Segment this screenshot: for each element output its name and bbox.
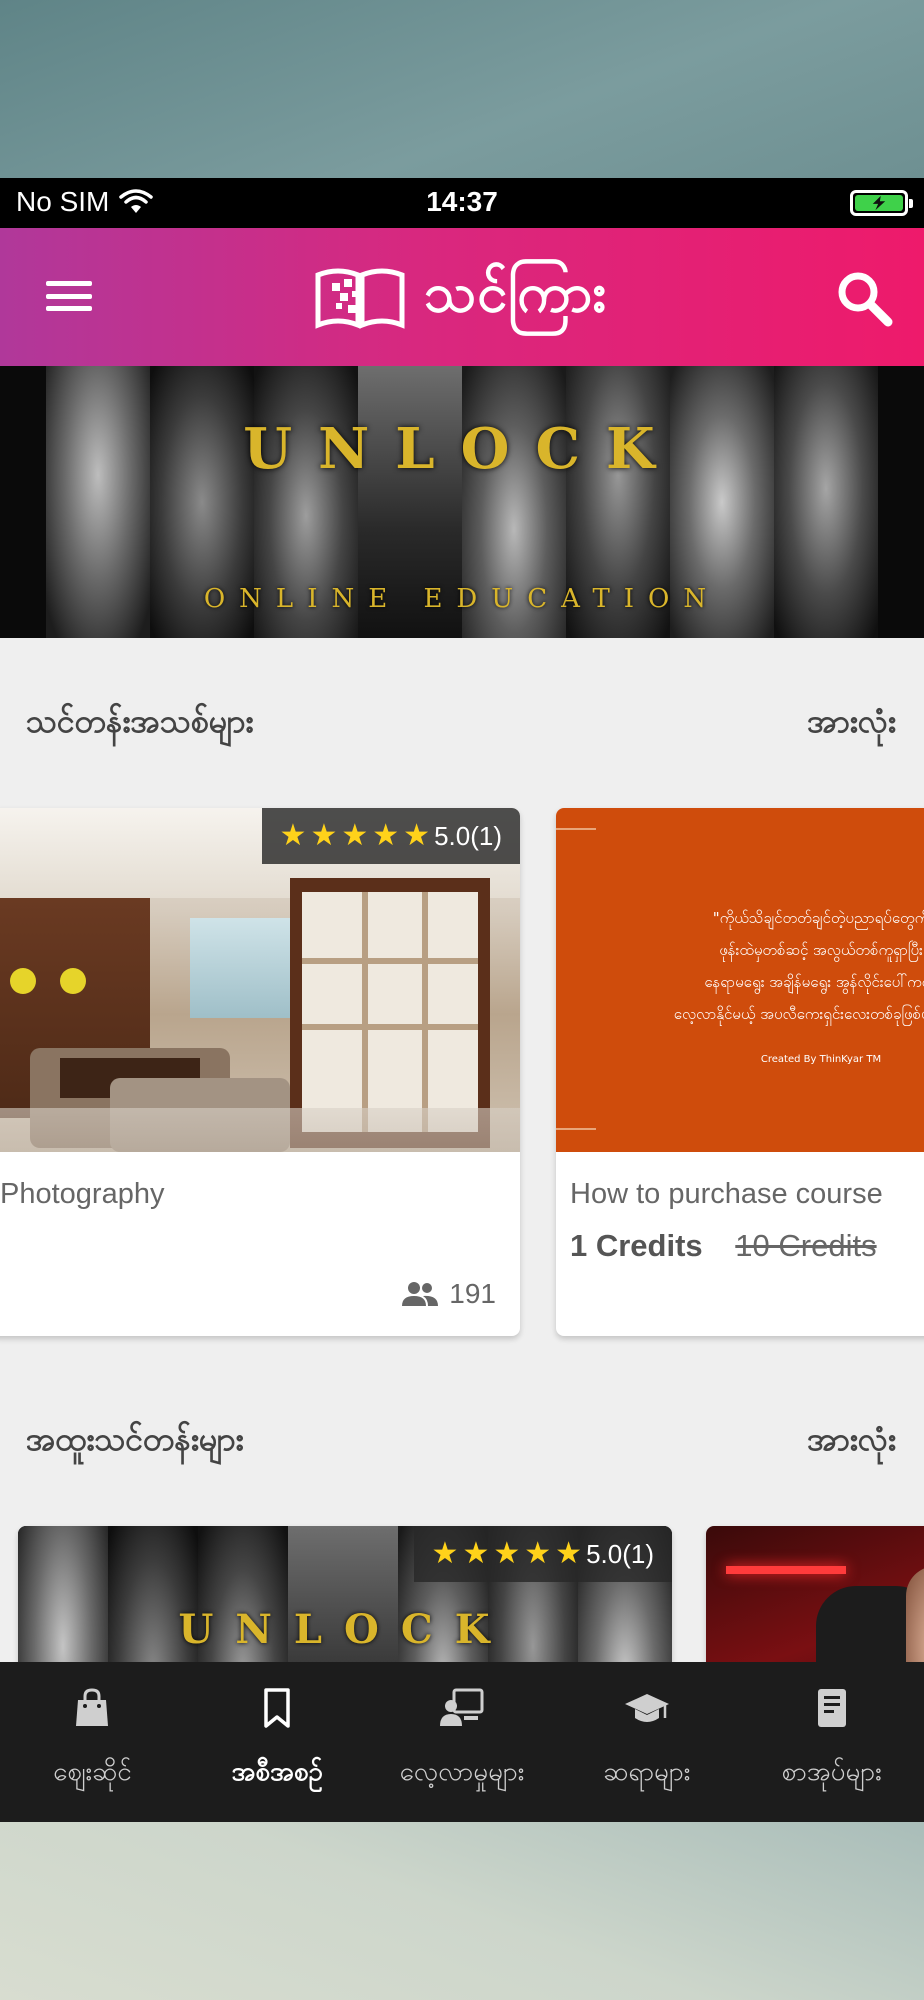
- star-icon: ★: [403, 819, 431, 852]
- section-title: အထူးသင်တန်းများ: [26, 1420, 244, 1458]
- status-bar: No SIM 14:37: [0, 178, 924, 228]
- tab-shop[interactable]: ဈေးဆိုင်: [0, 1662, 185, 1822]
- star-icon: ★: [279, 819, 307, 852]
- rating-value: 5.0(1): [586, 1538, 654, 1569]
- quote-line: နေရာမရွေး အချိန်မရွေး အွန်လိုင်းပေါ်ကနေ: [704, 973, 924, 991]
- hero-title: UNLOCK: [243, 416, 681, 482]
- star-icon: ★: [462, 1537, 490, 1570]
- special-banner-title: UNLOCK: [178, 1606, 512, 1653]
- tab-label: ဈေးဆိုင်: [53, 1757, 132, 1787]
- course-title: How to purchase course: [570, 1178, 883, 1210]
- star-icon: ★: [493, 1537, 521, 1570]
- star-icon: ★: [310, 819, 338, 852]
- bottom-tab-bar: ဈေးဆိုင် အစီအစဉ် လေ့လာမှုများ ဆရာများ စာ…: [0, 1662, 924, 1822]
- course-title: Photography: [0, 1178, 165, 1210]
- shopping-bag-icon: [76, 1688, 109, 1726]
- see-all-link[interactable]: အားလုံး: [807, 1418, 896, 1466]
- student-count-value: 191: [449, 1278, 496, 1309]
- tab-label: စာအုပ်များ: [781, 1757, 882, 1787]
- rating-value: 5.0(1): [434, 820, 502, 851]
- star-icon: ★: [524, 1537, 552, 1570]
- background-top: [0, 0, 924, 178]
- quote-line: ဖုန်းထဲမှတစ်ဆင့် အလွယ်တစ်ကူရှာပြီး: [719, 941, 923, 959]
- tab-label: အစီအစဉ်: [231, 1757, 323, 1787]
- quote-line: "ကိုယ်သိချင်တတ်ချင်တဲ့ပညာရပ်တွေကို: [712, 909, 924, 927]
- logo-text: သင်ကြား: [424, 260, 607, 324]
- tab-schedule[interactable]: အစီအစဉ်: [185, 1662, 370, 1822]
- course-price: 1 Credits 10 Credits: [570, 1228, 877, 1264]
- people-icon: [402, 1282, 439, 1306]
- rating-badge: ★ ★ ★ ★ ★ 5.0(1): [413, 1526, 672, 1582]
- tab-teachers[interactable]: ဆရာများ: [554, 1662, 739, 1822]
- course-card[interactable]: ★ ★ ★ ★ ★ 5.0(1) Photography 191: [0, 808, 520, 1336]
- app-bar: သင်ကြား: [0, 228, 924, 366]
- star-icon: ★: [431, 1537, 459, 1570]
- section-title: သင်တန်းအသစ်များ: [26, 702, 254, 740]
- rating-badge: ★ ★ ★ ★ ★ 5.0(1): [261, 808, 520, 864]
- quote-line: လေ့လာနိုင်မယ့် အပလီကေးရှင်းလေးတစ်ခုဖြစ်ပ…: [673, 1005, 924, 1023]
- search-icon[interactable]: [834, 268, 894, 328]
- current-price: 1 Credits: [570, 1228, 703, 1263]
- app-logo: သင်ကြား: [310, 258, 607, 338]
- section-special-courses-header: အထူးသင်တန်းများ အားလုံး: [0, 1408, 924, 1468]
- hero-subtitle: ONLINE EDUCATION: [203, 584, 721, 614]
- star-icon: ★: [341, 819, 369, 852]
- tab-label: လေ့လာမှုများ: [399, 1757, 525, 1787]
- tab-studies[interactable]: လေ့လာမှုများ: [370, 1662, 555, 1822]
- battery-icon: [850, 190, 913, 216]
- student-count: 191: [401, 1278, 496, 1310]
- see-all-link[interactable]: အားလုံး: [807, 700, 896, 748]
- course-thumbnail: "ကိုယ်သိချင်တတ်ချင်တဲ့ပညာရပ်တွေကို ဖုန်း…: [556, 808, 924, 1152]
- menu-button[interactable]: [44, 273, 94, 319]
- status-time: 14:37: [426, 186, 498, 217]
- original-price: 10 Credits: [735, 1228, 877, 1263]
- background-bottom: [0, 1822, 924, 2000]
- star-icon: ★: [372, 819, 400, 852]
- section-new-courses-header: သင်တန်းအသစ်များ အားလုံး: [0, 690, 924, 750]
- tab-books[interactable]: စာအုပ်များ: [739, 1662, 924, 1822]
- classroom-icon: [439, 1688, 484, 1726]
- tab-label: ဆရာများ: [603, 1757, 691, 1787]
- star-icon: ★: [555, 1537, 583, 1570]
- bookmark-icon: [264, 1688, 290, 1728]
- graduation-cap-icon: [624, 1694, 669, 1722]
- logo-book-icon: [315, 268, 405, 329]
- book-icon: [817, 1689, 846, 1727]
- app-screen: No SIM 14:37 သင်ကြား UNLOCK ONLINE EDUCA…: [0, 178, 924, 1822]
- course-card[interactable]: "ကိုယ်သိချင်တတ်ချင်တဲ့ပညာရပ်တွေကို ဖုန်း…: [556, 808, 924, 1336]
- hero-banner[interactable]: UNLOCK ONLINE EDUCATION: [0, 366, 924, 638]
- menu-icon: [46, 281, 92, 286]
- quote-credit: Created By ThinKyar TM: [760, 1054, 882, 1065]
